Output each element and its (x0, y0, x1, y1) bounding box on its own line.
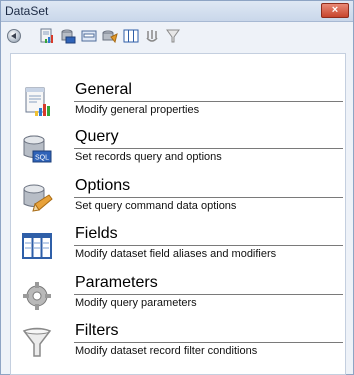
item-label: Parameters (75, 274, 158, 291)
list-item-fields[interactable]: Fields Modify dataset field aliases and … (11, 224, 345, 274)
options-icon[interactable] (102, 28, 118, 44)
options-icon[interactable] (81, 28, 97, 44)
filters-icon[interactable] (165, 28, 181, 44)
list-item-general[interactable]: General Modify general properties (11, 80, 345, 130)
parameters-icon (23, 282, 51, 310)
svg-text:SQL: SQL (35, 155, 49, 162)
query-icon: SQL (23, 135, 52, 163)
general-icon[interactable] (39, 28, 55, 44)
fields-icon[interactable] (123, 28, 139, 44)
item-label: Query (75, 128, 119, 145)
divider (74, 342, 343, 343)
toolbar (1, 22, 353, 52)
list-item-parameters[interactable]: Parameters Modify query parameters (11, 273, 345, 323)
options-icon (23, 184, 53, 212)
fields-icon (22, 233, 52, 259)
general-icon (25, 87, 50, 116)
divider (74, 245, 343, 246)
window-title: DataSet (5, 4, 49, 18)
filters-icon (22, 327, 52, 357)
item-description: Modify general properties (75, 104, 200, 116)
divider (74, 294, 343, 295)
close-button[interactable]: × (321, 3, 349, 18)
item-description: Modify dataset field aliases and modifie… (75, 248, 277, 260)
list-item-query[interactable]: SQL Query Set records query and options (11, 127, 345, 177)
dataset-options-list: General Modify general properties SQL Qu… (10, 53, 346, 375)
dataset-window: DataSet × General Modify general propert… (0, 0, 354, 375)
list-item-options[interactable]: Options Set query command data options (11, 176, 345, 226)
divider (74, 197, 343, 198)
item-label: General (75, 81, 132, 98)
parameters-icon[interactable] (144, 28, 160, 44)
query-icon[interactable] (60, 28, 76, 44)
item-description: Modify query parameters (75, 297, 197, 309)
divider (74, 148, 343, 149)
item-description: Modify dataset record filter conditions (75, 345, 258, 357)
title-bar: DataSet × (1, 1, 353, 22)
item-description: Set query command data options (75, 200, 237, 212)
list-item-filters[interactable]: Filters Modify dataset record filter con… (11, 321, 345, 371)
back-icon[interactable] (7, 29, 21, 43)
item-label: Fields (75, 225, 118, 242)
item-description: Set records query and options (75, 151, 222, 163)
divider (74, 101, 343, 102)
item-label: Filters (75, 322, 119, 339)
item-label: Options (75, 177, 131, 194)
